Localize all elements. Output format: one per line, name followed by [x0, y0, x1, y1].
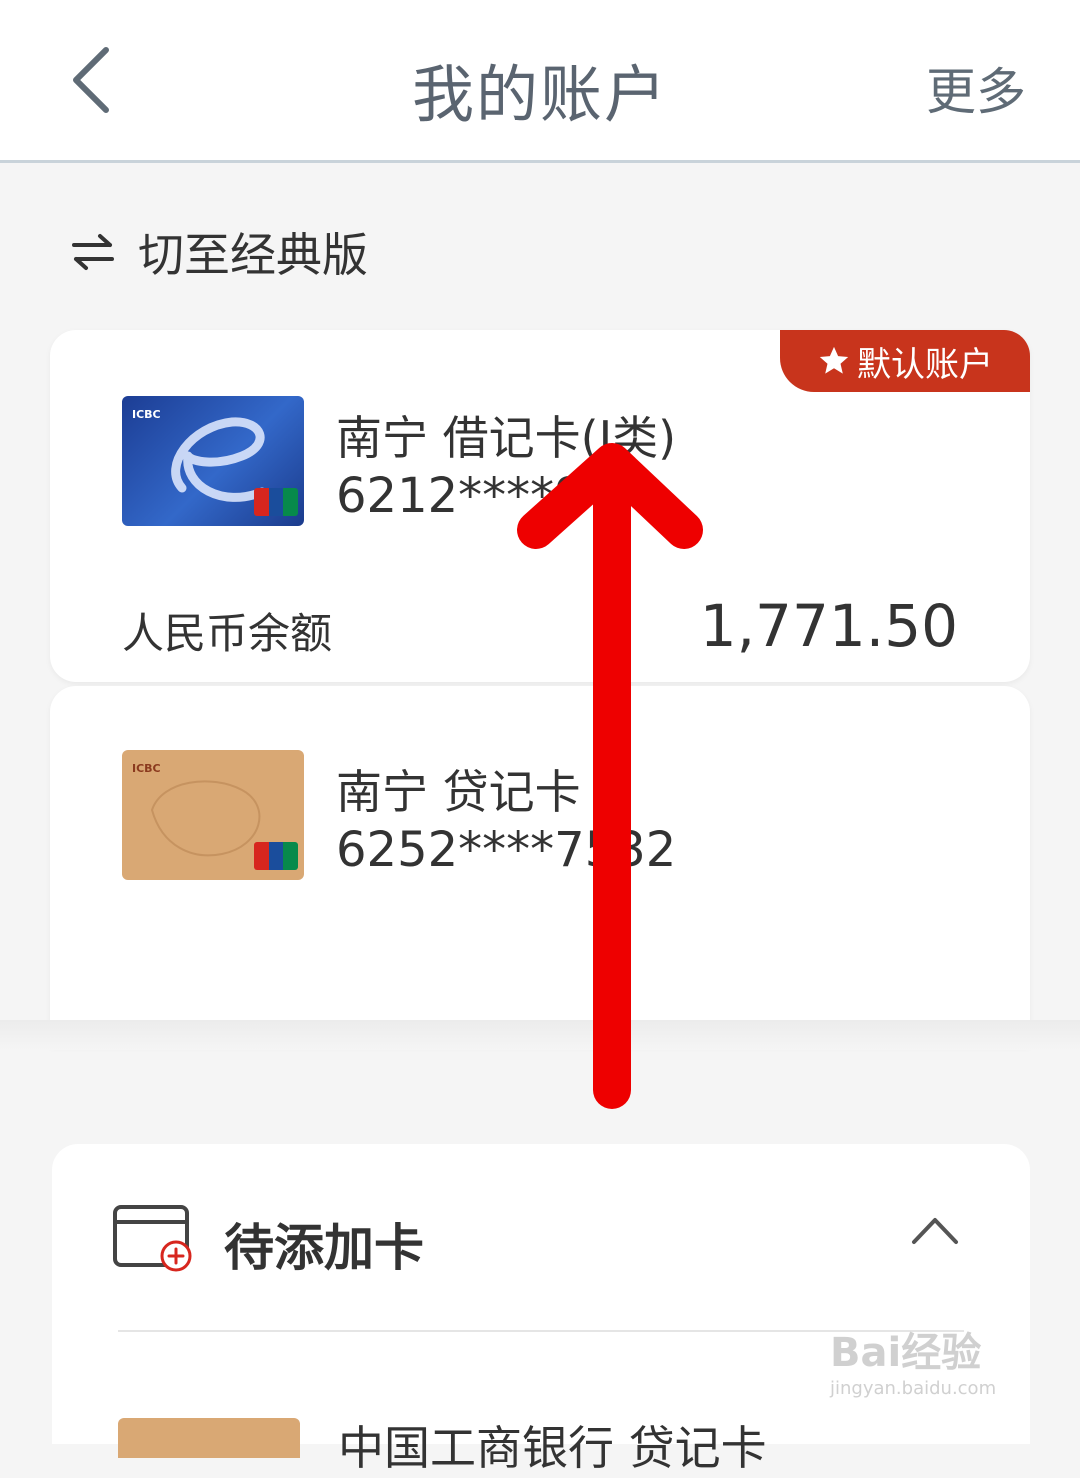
top-bar: 我的账户 更多: [0, 0, 1080, 163]
watermark-brand: Bai经验: [830, 1330, 982, 1376]
watermark: Bai经验 jingyan.baidu.com: [830, 1320, 996, 1399]
more-button[interactable]: 更多: [926, 52, 1026, 124]
add-card-icon: [113, 1205, 192, 1272]
card-number: 6212****9: [336, 468, 585, 524]
card-number: 6252****7532: [336, 822, 677, 878]
switch-label: 切至经典版: [138, 228, 368, 282]
balance-label: 人民币余额: [122, 609, 333, 658]
debit-card-image: ICBC: [122, 396, 304, 526]
default-account-badge: 默认账户: [780, 330, 1030, 392]
credit-card-account[interactable]: ICBC 南宁 贷记卡 6252****7532: [50, 686, 1030, 1046]
chevron-up-icon[interactable]: [910, 1214, 960, 1246]
star-icon: [819, 346, 849, 374]
debit-card-account[interactable]: 默认账户 ICBC 南宁 借记卡(I类) 6212****9 人民币余额 1,7…: [50, 330, 1030, 682]
switch-classic-version[interactable]: 切至经典版: [70, 222, 368, 282]
page-title: 我的账户: [411, 58, 668, 131]
unionpay-logo: [254, 842, 298, 870]
watermark-url: jingyan.baidu.com: [830, 1378, 997, 1399]
unionpay-logo: [254, 488, 298, 516]
balance-value: 1,771.50: [699, 592, 958, 660]
card-name: 南宁 借记卡(I类): [336, 411, 677, 465]
default-account-label: 默认账户: [857, 344, 993, 385]
card-name: 南宁 贷记卡: [336, 765, 581, 819]
pending-cards-panel: 待添加卡 中国工商银行 贷记卡: [52, 1144, 1030, 1475]
pending-cards-title: 待添加卡: [224, 1219, 424, 1277]
card-stack-shadow: [0, 1020, 1080, 1050]
pending-card-label[interactable]: 中国工商银行 贷记卡: [338, 1412, 767, 1478]
swap-arrows-icon: [72, 234, 114, 270]
credit-card-image: [118, 1418, 300, 1458]
credit-card-image: ICBC: [122, 750, 304, 880]
